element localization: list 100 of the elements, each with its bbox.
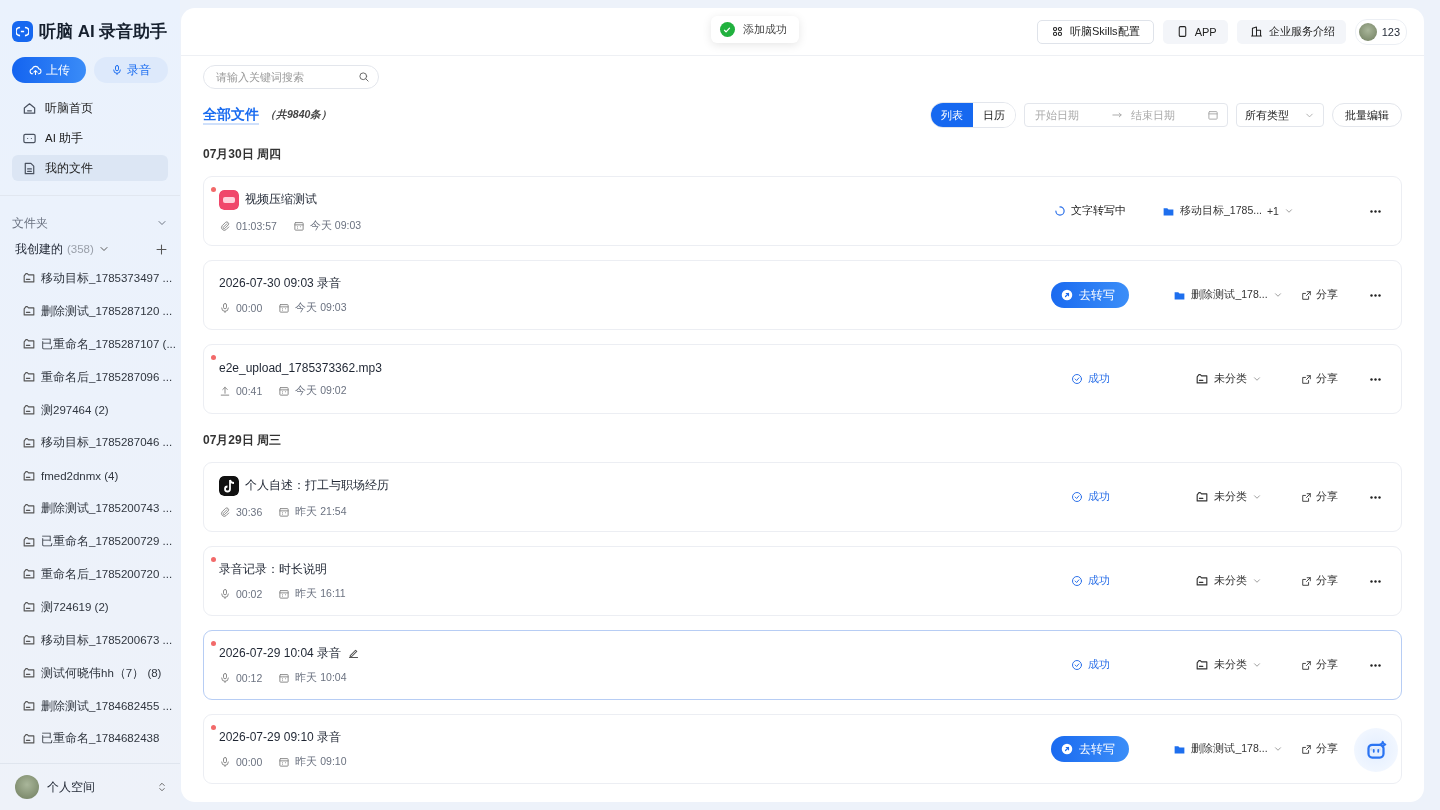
nav-item[interactable]: AI 助手: [12, 125, 168, 151]
upload-button[interactable]: 上传: [12, 57, 86, 83]
status-label: 成功: [1070, 490, 1110, 504]
end-date-field[interactable]: 结束日期: [1129, 108, 1201, 122]
date-text: 昨天 10:04: [295, 671, 347, 685]
folder-item[interactable]: fmed2dnmx (4): [22, 459, 174, 493]
calendar-icon: [278, 384, 291, 397]
folder-icon: [22, 731, 36, 746]
folder-item[interactable]: 测试何晓伟hh（7） (8): [22, 656, 174, 690]
share-icon: [1301, 743, 1312, 755]
folder-icon: [1194, 372, 1209, 386]
folder-dropdown[interactable]: 移动目标_1785... +1: [1155, 204, 1301, 218]
folder-dropdown[interactable]: 未分类: [1155, 658, 1301, 672]
share-link[interactable]: 分享: [1301, 658, 1355, 672]
nav-item[interactable]: 我的文件: [12, 155, 168, 181]
duration-text: 00:00: [236, 302, 263, 314]
check-icon: [722, 24, 732, 35]
share-icon: [1301, 575, 1312, 587]
folder-item[interactable]: 已重命名_1785287107 (...: [22, 327, 174, 361]
folder-dropdown[interactable]: 删除测试_178...: [1155, 742, 1301, 756]
type-dropdown[interactable]: 所有类型: [1236, 103, 1324, 127]
file-title: e2e_upload_1785373362.mp3: [219, 360, 382, 375]
assistant-button[interactable]: [1354, 728, 1398, 772]
record-button[interactable]: 录音: [94, 57, 168, 83]
transcribe-button[interactable]: 去转写: [1051, 282, 1129, 308]
chevron-down-icon: [1251, 492, 1262, 502]
folder-item[interactable]: 移动目标_1785373497 ...: [22, 262, 174, 295]
pencil-icon: [347, 647, 361, 660]
folder-item[interactable]: 重命名后_1785287096 ...: [22, 360, 174, 394]
file-card[interactable]: 2026-07-29 09:10 录音 00:00 昨天 09:10 去转写 删除测试_178... 分享: [203, 714, 1402, 784]
file-title: 录音记录：时长说明: [219, 561, 327, 578]
folder-item[interactable]: 重命名后_1785200720 ...: [22, 558, 174, 591]
section-label: 文件夹: [12, 215, 48, 231]
file-card[interactable]: 录音记录：时长说明 00:02 昨天 16:11 成功 未分类 分享: [203, 546, 1402, 616]
chevron-down-icon: [1283, 206, 1294, 216]
file-card[interactable]: 2026-07-30 09:03 录音 00:00 今天 09:03 去转写 删除测试_178... 分享: [203, 260, 1402, 330]
file-card[interactable]: 2026-07-29 10:04 录音 00:12 昨天 10:04 成功 未分类 分享: [203, 630, 1402, 700]
share-link[interactable]: 分享: [1301, 574, 1355, 588]
calendar-icon: [278, 756, 291, 768]
folder-icon: [22, 666, 36, 681]
date-text: 今天 09:02: [295, 383, 347, 398]
workspace-label[interactable]: 个人空间: [47, 778, 95, 796]
microphone-icon: [219, 302, 231, 314]
status-label: 成功: [1070, 574, 1110, 588]
search-icon: [358, 71, 370, 83]
share-link[interactable]: 分享: [1301, 490, 1355, 504]
user-button[interactable]: 123: [1354, 18, 1407, 45]
transcribe-button[interactable]: 去转写: [1051, 736, 1129, 762]
folder-dropdown[interactable]: 未分类: [1155, 372, 1301, 386]
folder-icon: [22, 337, 36, 352]
folder-dropdown[interactable]: 删除测试_178...: [1155, 288, 1301, 302]
nav-item[interactable]: 听脑首页: [12, 95, 168, 121]
folder-icon: [22, 435, 36, 450]
header-button[interactable]: APP: [1162, 19, 1228, 44]
folder-item[interactable]: 移动目标_1785200673 ...: [22, 623, 174, 657]
header-button[interactable]: 听脑Skills配置: [1036, 19, 1154, 44]
status-label: 文字转写中: [1054, 204, 1126, 218]
duration-text: 00:12: [236, 672, 263, 684]
folder-item[interactable]: 测297464 (2): [22, 393, 174, 427]
folder-item[interactable]: 移动目标_1785287046 ...: [22, 426, 174, 460]
group-label[interactable]: 我创建的: [15, 241, 63, 257]
app-icon: [219, 189, 239, 210]
status-label: 成功: [1070, 372, 1110, 386]
folder-dropdown[interactable]: 未分类: [1155, 490, 1301, 504]
file-card[interactable]: 个人自述：打工与职场经历 30:36 昨天 21:54 成功 未分类 分享: [203, 462, 1402, 532]
folder-icon: [1194, 490, 1209, 504]
view-tab[interactable]: 列表: [931, 103, 973, 127]
folder-item[interactable]: 已重命名_1784682438: [22, 722, 174, 756]
plus-icon: [155, 242, 168, 256]
file-card[interactable]: e2e_upload_1785373362.mp3 00:41 今天 09:02 成功 未分类 分享: [203, 344, 1402, 414]
document-icon: [22, 160, 37, 176]
search-field[interactable]: 请输入关键词搜索: [203, 65, 379, 89]
microphone-icon: [219, 588, 231, 600]
folder-item[interactable]: 删除测试_1784682455 ...: [22, 689, 174, 723]
folder-item[interactable]: 已重命名_1785200729 ...: [22, 525, 174, 558]
folder-item[interactable]: 删除测试_1785287120 ...: [22, 294, 174, 328]
share-icon: [1301, 659, 1312, 671]
file-card[interactable]: 视频压缩测试 01:03:57 今天 09:03 文字转写中 移动目标_1785... +1: [203, 176, 1402, 246]
app-logo: [12, 21, 33, 42]
batch-edit-button[interactable]: 批量编辑: [1332, 103, 1402, 127]
date-heading: 07月30日 周四: [203, 146, 283, 163]
check-circle-icon: [1070, 575, 1083, 587]
cloud-upload-icon: [28, 63, 42, 77]
paperclip-icon: [219, 505, 231, 518]
file-count: （共9840条）: [265, 108, 333, 122]
share-link[interactable]: 分享: [1301, 372, 1355, 386]
arrow-circle-icon: [1061, 743, 1073, 755]
folder-item[interactable]: 删除测试_1785200743 ...: [22, 492, 174, 526]
upload-icon: [219, 384, 231, 397]
duration-text: 00:02: [236, 588, 263, 600]
start-date-field[interactable]: 开始日期: [1033, 108, 1105, 122]
folder-item[interactable]: 测724619 (2): [22, 590, 174, 624]
folder-dropdown[interactable]: 未分类: [1155, 574, 1301, 588]
chevron-down-icon: [1251, 660, 1262, 670]
header-button[interactable]: 企业服务介绍: [1236, 19, 1346, 44]
share-link[interactable]: 分享: [1301, 288, 1355, 302]
chevron-down-icon: [1272, 290, 1283, 300]
status-label: 成功: [1070, 658, 1110, 672]
paperclip-icon: [219, 219, 231, 232]
share-link[interactable]: 分享: [1301, 742, 1355, 756]
